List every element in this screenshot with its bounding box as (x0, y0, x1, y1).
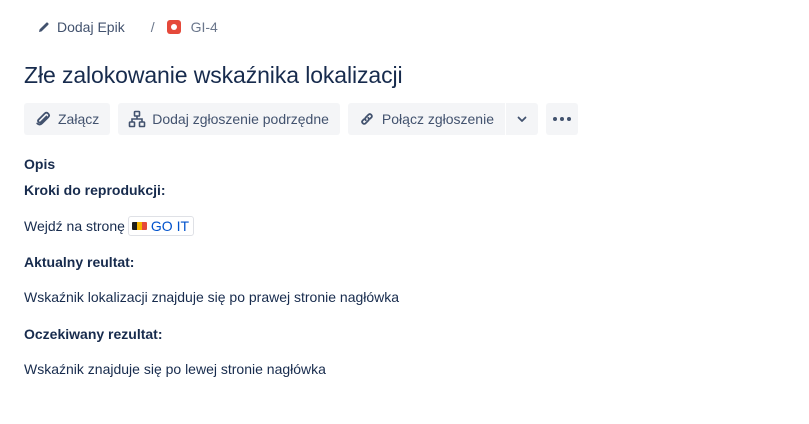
add-epic-link[interactable]: Dodaj Epik (38, 19, 125, 35)
pencil-icon (38, 21, 57, 33)
chevron-down-icon (515, 112, 529, 126)
favicon-icon (131, 222, 147, 230)
attach-label: Załącz (58, 111, 100, 127)
steps-text: Wejdź na stronę (24, 218, 125, 234)
steps-heading: Kroki do reprodukcji: (24, 182, 166, 198)
issue-toolbar: Załącz Dodaj zgłoszenie podrzędne Połącz… (24, 103, 578, 135)
add-child-issue-button[interactable]: Dodaj zgłoszenie podrzędne (118, 103, 340, 135)
steps-paragraph: Wejdź na stronę GO IT (24, 216, 195, 236)
breadcrumb-separator: / (150, 19, 155, 35)
description-heading: Opis (24, 156, 56, 172)
expected-result-text: Wskaźnik znajduje się po lewej stronie n… (24, 361, 326, 377)
issue-view: Dodaj Epik / GI-4 Złe zalokowanie wskaźn… (0, 0, 809, 424)
expected-result-heading: Oczekiwany rezultat: (24, 326, 163, 342)
more-icon (552, 116, 572, 122)
issue-title[interactable]: Złe zalokowanie wskaźnika lokalizacji (24, 62, 403, 89)
go-it-link-label: GO IT (150, 218, 190, 234)
add-epic-label: Dodaj Epik (57, 19, 125, 35)
issue-key: GI-4 (190, 19, 218, 35)
breadcrumb: Dodaj Epik / GI-4 (38, 17, 218, 37)
link-issue-label: Połącz zgłoszenie (381, 111, 494, 127)
bug-icon (166, 20, 181, 34)
paperclip-icon (34, 110, 58, 128)
hierarchy-icon (128, 110, 152, 128)
link-issue-button[interactable]: Połącz zgłoszenie (347, 103, 505, 135)
link-issue-dropdown-button[interactable] (505, 103, 538, 135)
more-actions-button[interactable] (545, 103, 578, 135)
link-icon (358, 110, 382, 128)
issue-key-link[interactable]: GI-4 (166, 19, 218, 35)
add-child-issue-label: Dodaj zgłoszenie podrzędne (152, 111, 329, 127)
attach-button[interactable]: Załącz (24, 103, 111, 135)
actual-result-heading: Aktualny reultat: (24, 254, 135, 270)
go-it-smart-link[interactable]: GO IT (127, 216, 195, 236)
actual-result-text: Wskaźnik lokalizacji znajduje się po pra… (24, 289, 400, 305)
